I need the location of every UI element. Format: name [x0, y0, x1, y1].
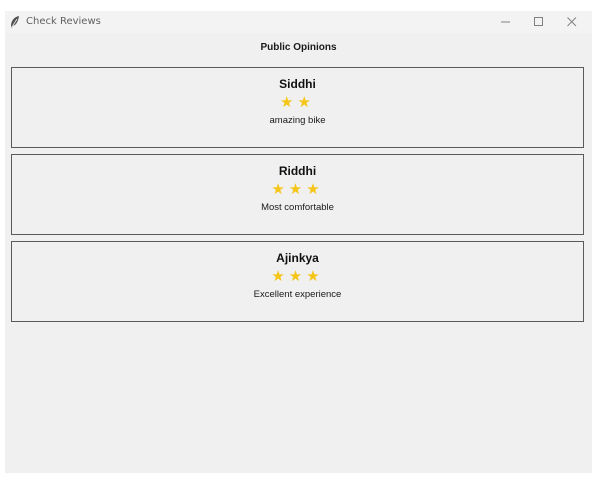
- close-button[interactable]: [557, 11, 587, 33]
- star-icon: ★: [271, 180, 289, 198]
- reviewer-name: Siddhi: [279, 77, 316, 91]
- app-window: Check Reviews Public Opinions Siddhi ★★ …: [5, 11, 592, 473]
- star-icon: ★: [280, 93, 298, 111]
- feather-icon: [11, 16, 19, 28]
- star-icon: ★: [271, 267, 289, 285]
- review-comment: Most comfortable: [261, 202, 334, 213]
- close-icon: [567, 17, 577, 27]
- star-rating: ★★★: [12, 180, 583, 198]
- review-card: Riddhi ★★★ Most comfortable: [11, 154, 584, 235]
- star-icon: ★: [306, 180, 324, 198]
- star-icon: ★: [297, 93, 315, 111]
- minimize-icon: [501, 21, 510, 23]
- review-card: Ajinkya ★★★ Excellent experience: [11, 241, 584, 322]
- review-comment: Excellent experience: [253, 289, 342, 300]
- page-title: Public Opinions: [260, 42, 337, 53]
- window-title: Check Reviews: [26, 16, 101, 27]
- maximize-button[interactable]: [524, 11, 554, 33]
- minimize-button[interactable]: [491, 11, 521, 33]
- star-icon: ★: [306, 267, 324, 285]
- title-bar[interactable]: Check Reviews: [5, 11, 592, 33]
- star-rating: ★★: [12, 93, 583, 111]
- reviewer-name: Riddhi: [278, 164, 317, 178]
- review-comment: amazing bike: [269, 115, 326, 126]
- review-card: Siddhi ★★ amazing bike: [11, 67, 584, 148]
- star-rating: ★★★: [12, 267, 583, 285]
- reviewer-name: Ajinkya: [276, 251, 319, 265]
- star-icon: ★: [288, 267, 307, 285]
- maximize-icon: [534, 17, 543, 26]
- star-icon: ★: [288, 180, 307, 198]
